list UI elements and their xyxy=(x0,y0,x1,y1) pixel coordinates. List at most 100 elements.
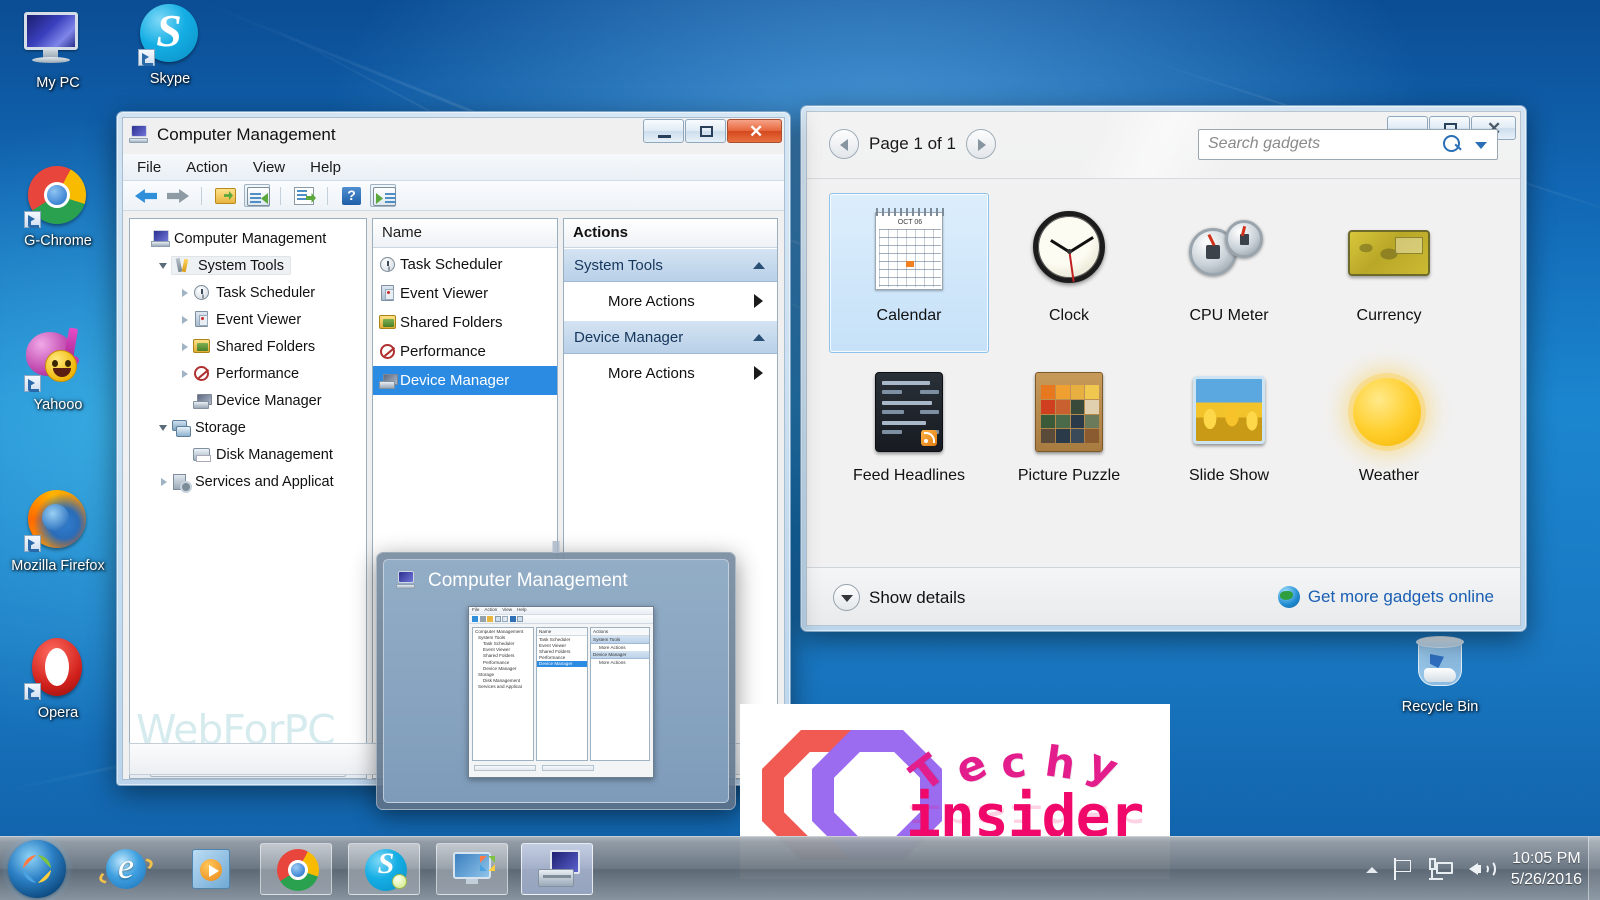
taskbar-item-internet-explorer[interactable] xyxy=(90,843,162,895)
action-group-system-tools[interactable]: System Tools xyxy=(564,248,777,282)
tree-expander-closed-icon[interactable] xyxy=(178,286,192,300)
action-item-more-actions[interactable]: More Actions xyxy=(564,282,777,320)
tree-expander-open-icon[interactable] xyxy=(157,421,171,435)
puzzle-tile xyxy=(1085,429,1099,443)
list-row-device-manager[interactable]: Device Manager xyxy=(373,366,557,395)
tree-expander-closed-icon[interactable] xyxy=(178,340,192,354)
puzzle-tile xyxy=(1085,399,1099,414)
chevron-up-icon[interactable] xyxy=(753,261,765,269)
search-icon xyxy=(1443,135,1461,153)
tree-item-system-tools[interactable]: System Tools xyxy=(136,252,366,279)
previous-page-button[interactable] xyxy=(829,129,859,159)
chevron-up-icon[interactable] xyxy=(753,333,765,341)
taskbar-item-desktop-gadgets[interactable] xyxy=(436,843,508,895)
show-action-pane-icon[interactable] xyxy=(370,184,396,207)
show-hidden-icons-arrow[interactable] xyxy=(1361,862,1383,876)
desktop-icon-my-pc[interactable]: My PC xyxy=(2,8,114,91)
tree-item-task-scheduler[interactable]: Task Scheduler xyxy=(136,279,366,306)
services-icon xyxy=(171,473,192,493)
close-button[interactable]: ✕ xyxy=(727,119,782,143)
tree-item-event-viewer[interactable]: Event Viewer xyxy=(136,306,366,333)
desktop-icon-chrome[interactable]: G-Chrome xyxy=(2,166,114,249)
tree-item-storage[interactable]: Storage xyxy=(136,414,366,441)
volume-icon[interactable] xyxy=(1468,857,1496,881)
gadget-row: Feed Headlines Picture Puzzle Slide Show… xyxy=(829,353,1498,513)
action-item-more-actions[interactable]: More Actions xyxy=(564,354,777,392)
taskbar-item-windows-media-player[interactable] xyxy=(174,843,246,895)
tree-expander-closed-icon[interactable] xyxy=(178,313,192,327)
menu-item-view[interactable]: View xyxy=(253,159,285,176)
minimize-button[interactable] xyxy=(643,119,684,143)
tree-expander-open-icon[interactable] xyxy=(157,259,171,273)
desktop-icon-recycle-bin[interactable]: Recycle Bin xyxy=(1384,632,1496,715)
get-more-gadgets-link[interactable]: Get more gadgets online xyxy=(1277,586,1494,608)
desktop-icon-label: Opera xyxy=(37,705,79,721)
gadget-item-clock[interactable]: Clock xyxy=(989,193,1149,353)
tree-item-disk-management[interactable]: Disk Management xyxy=(136,441,366,468)
feed-headlines-thumb-icon xyxy=(863,368,955,460)
tree-item-computer-management[interactable]: Computer Management xyxy=(136,225,366,252)
gadget-item-weather[interactable]: Weather xyxy=(1309,353,1469,513)
gadget-label: Calendar xyxy=(876,307,942,324)
taskbar-item-computer-management[interactable] xyxy=(521,843,593,895)
tree-view: Computer Management System Tools Task Sche… xyxy=(130,219,366,495)
tree-item-shared-folders[interactable]: Shared Folders xyxy=(136,333,366,360)
desktop-icon-yahoo[interactable]: Yahooo xyxy=(2,327,114,413)
desktop-icon-skype[interactable]: S Skype xyxy=(114,4,226,87)
menu-item-action[interactable]: Action xyxy=(186,159,228,176)
taskbar: 10:05 PM 5/26/2016 xyxy=(0,836,1600,900)
desktop-icon-label: My PC xyxy=(36,75,80,91)
help-icon[interactable]: ? xyxy=(338,184,364,207)
chevron-down-icon[interactable] xyxy=(1475,142,1487,149)
tree-item-services-and-applicat[interactable]: Services and Applicat xyxy=(136,468,366,495)
export-list-icon[interactable] xyxy=(291,184,317,207)
clock-date: 5/26/2016 xyxy=(1510,871,1582,888)
window-title: Computer Management xyxy=(157,125,336,144)
menu-item-help[interactable]: Help xyxy=(310,159,341,176)
list-row-performance[interactable]: Performance xyxy=(373,337,557,366)
get-more-gadgets-label[interactable]: Get more gadgets online xyxy=(1308,587,1494,607)
list-row-shared-folders[interactable]: Shared Folders xyxy=(373,308,557,337)
desktop-icon-firefox[interactable]: Mozilla Firefox xyxy=(2,490,114,576)
tree-item-label: Performance xyxy=(216,365,300,382)
tree-item-device-manager[interactable]: Device Manager xyxy=(136,387,366,414)
menu-item-file[interactable]: File xyxy=(137,159,161,176)
taskbar-item-skype[interactable] xyxy=(348,843,420,895)
start-orb-icon[interactable] xyxy=(8,840,66,898)
clock[interactable]: 10:05 PM 5/26/2016 xyxy=(1511,848,1600,890)
recycle-bin-icon xyxy=(1384,632,1496,694)
show-hide-console-tree-icon[interactable] xyxy=(244,184,270,207)
tree-expander-closed-icon[interactable] xyxy=(157,475,171,489)
gadget-item-picture-puzzle[interactable]: Picture Puzzle xyxy=(989,353,1149,513)
list-row-task-scheduler[interactable]: Task Scheduler xyxy=(373,250,557,279)
gadget-item-feed-headlines[interactable]: Feed Headlines xyxy=(829,353,989,513)
title-bar[interactable]: Computer Management ✕ xyxy=(123,118,784,154)
desktop-icon-label: G-Chrome xyxy=(24,233,92,249)
search-gadgets-input[interactable]: Search gadgets xyxy=(1198,129,1498,160)
tree-expander-closed-icon[interactable] xyxy=(178,367,192,381)
tree-item-performance[interactable]: Performance xyxy=(136,360,366,387)
show-details-toggle[interactable]: Show details xyxy=(833,584,965,611)
action-center-flag-icon[interactable] xyxy=(1391,858,1413,880)
gadget-item-calendar[interactable]: OCT 06 Calendar xyxy=(829,193,989,353)
gadget-item-currency[interactable]: Currency xyxy=(1309,193,1469,353)
gadget-item-slide-show[interactable]: Slide Show xyxy=(1149,353,1309,513)
gadget-item-cpu-meter[interactable]: CPU Meter xyxy=(1149,193,1309,353)
desktop-icon-opera[interactable]: Opera xyxy=(2,638,114,721)
back-arrow-icon[interactable] xyxy=(133,184,159,207)
network-icon[interactable] xyxy=(1428,858,1453,880)
mini-menu-item: Action xyxy=(484,607,498,612)
up-folder-icon[interactable] xyxy=(212,184,238,207)
list-row-event-viewer[interactable]: Event Viewer xyxy=(373,279,557,308)
forward-arrow-icon[interactable] xyxy=(165,184,191,207)
taskbar-thumbnail-preview[interactable]: Computer Management File Action View Help C… xyxy=(376,541,736,810)
next-page-button[interactable] xyxy=(965,129,996,159)
column-header-name[interactable]: Name xyxy=(373,219,557,248)
desktop-icon-label: Mozilla Firefox xyxy=(11,558,105,574)
maximize-button[interactable] xyxy=(685,119,726,143)
action-group-device-manager[interactable]: Device Manager xyxy=(564,320,777,354)
chrome-icon xyxy=(277,849,319,891)
taskbar-item-chrome[interactable] xyxy=(260,843,332,895)
tree-expander-placeholder xyxy=(178,448,192,462)
show-desktop-button[interactable] xyxy=(1588,837,1600,900)
